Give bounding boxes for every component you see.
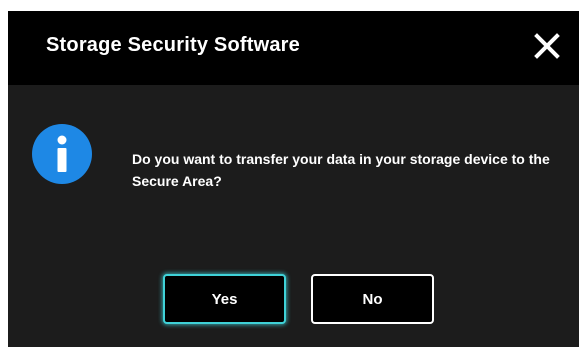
dialog-title: Storage Security Software (46, 34, 300, 56)
dialog-message: Do you want to transfer your data in you… (132, 151, 550, 189)
yes-button-label: Yes (211, 290, 238, 308)
info-icon (32, 124, 92, 184)
dialog: Storage Security Software Do you want to… (8, 11, 579, 347)
close-button[interactable] (532, 31, 562, 61)
no-button[interactable]: No (311, 274, 434, 324)
dialog-titlebar: Storage Security Software (8, 11, 579, 85)
no-button-label: No (362, 290, 383, 308)
yes-button[interactable]: Yes (163, 274, 286, 324)
close-icon (534, 33, 560, 59)
